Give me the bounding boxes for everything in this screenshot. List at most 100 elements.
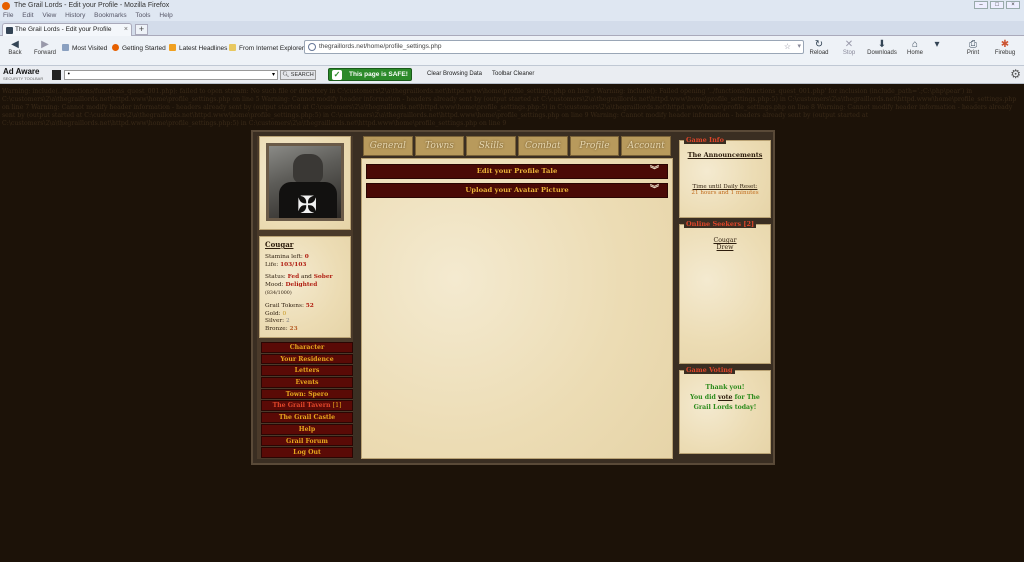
globe-icon [308, 43, 316, 51]
menu-help[interactable]: Help [159, 12, 172, 19]
game-voting-legend: Game Voting [684, 366, 735, 374]
menu-history[interactable]: History [65, 12, 85, 19]
toolbar-cleaner-link[interactable]: Toolbar Cleaner [492, 71, 534, 77]
game-info-legend: Game Info [684, 136, 726, 144]
page-content: Warning: include(../functions/functions_… [0, 84, 1024, 562]
left-column: ✠ Cougar Stamina left: 0 Life: 103/103 S… [257, 136, 353, 459]
home-button[interactable]: ⌂ Home [900, 39, 930, 56]
menu-edit[interactable]: Edit [22, 12, 33, 19]
vote-link[interactable]: vote [718, 394, 733, 401]
menu-grail-castle[interactable]: The Grail Castle [261, 412, 353, 423]
url-bar[interactable]: thegraillords.net/home/profile_settings.… [304, 40, 804, 54]
tab-skills[interactable]: Skills [466, 136, 517, 156]
firebug-icon: ✱ [1000, 39, 1010, 50]
menu-letters[interactable]: Letters [261, 365, 353, 377]
tab-close-icon[interactable]: × [124, 24, 128, 36]
tab-general[interactable]: General [363, 136, 413, 156]
gear-icon[interactable]: ⚙ [1010, 68, 1021, 81]
seeker-drew[interactable]: Drew [680, 244, 770, 251]
minimize-button[interactable]: – [974, 1, 988, 9]
tab-profile[interactable]: Profile [569, 136, 620, 156]
tab-combat[interactable]: Combat [518, 136, 568, 156]
adaware-search-input[interactable]: • ▾ [64, 70, 278, 80]
daily-reset-value: 21 hours and 1 minutes [691, 190, 759, 196]
bookmark-star-icon[interactable]: ☆ [784, 41, 791, 53]
bookmark-icon [62, 44, 69, 51]
edit-profile-tale-bar[interactable]: Edit your Profile Tale ︾ [366, 164, 668, 179]
maximize-button[interactable]: □ [990, 1, 1004, 9]
forward-button[interactable]: ▶ Forward [30, 39, 60, 56]
stop-icon: ✕ [844, 39, 854, 50]
menu-town[interactable]: Town: Spero [261, 388, 353, 400]
reload-button[interactable]: ↻ Reload [804, 39, 834, 56]
menubar: File Edit View History Bookmarks Tools H… [0, 11, 1024, 21]
window-controls: – □ × [974, 1, 1020, 9]
clear-browsing-data-link[interactable]: Clear Browsing Data [427, 71, 482, 77]
dropdown-arrow-icon[interactable]: ▾ [797, 41, 801, 53]
toolbar-icon[interactable] [52, 70, 61, 80]
navigation-toolbar: ◀ Back ▶ Forward Most Visited Getting Star… [0, 36, 1024, 66]
menu-grail-forum[interactable]: Grail Forum [261, 435, 353, 447]
tab-towns[interactable]: Towns [414, 136, 465, 156]
menu-file[interactable]: File [3, 12, 13, 19]
seeker-cougar[interactable]: Cougar [680, 237, 770, 244]
menu-bookmarks[interactable]: Bookmarks [94, 12, 127, 19]
bookmark-most-visited[interactable]: Most Visited [62, 44, 107, 52]
menu-grail-tavern[interactable]: The Grail Tavern [1] [261, 400, 353, 412]
shield-check-icon: ✓ [332, 70, 342, 80]
menu-your-residence[interactable]: Your Residence [261, 353, 353, 365]
back-arrow-icon: ◀ [11, 39, 19, 50]
center-column: General Towns Skills Combat Profile Acco… [361, 136, 673, 459]
menu-help[interactable]: Help [261, 423, 353, 435]
bookmark-latest-headlines[interactable]: Latest Headlines [169, 44, 227, 52]
game-frame: ✠ Cougar Stamina left: 0 Life: 103/103 S… [251, 130, 775, 465]
site-favicon-icon [6, 27, 13, 34]
expand-chevron-icon: ︾ [649, 166, 659, 176]
close-window-button[interactable]: × [1006, 1, 1020, 9]
dropdown-arrow-icon[interactable]: ▾ [272, 71, 275, 79]
tab-account[interactable]: Account [621, 136, 672, 156]
firebug-button[interactable]: ✱ Firebug [988, 39, 1022, 56]
page-safe-badge[interactable]: ✓ This page is SAFE! [328, 68, 412, 81]
right-column: Game Info The Announcements Time until D… [679, 136, 771, 459]
firefox-icon [112, 44, 119, 51]
bookmark-getting-started[interactable]: Getting Started [112, 44, 166, 52]
expand-chevron-icon: ︾ [649, 185, 659, 195]
home-icon: ⌂ [911, 39, 919, 50]
menu-character[interactable]: Character [261, 342, 353, 353]
bronze-value: 23 [289, 326, 298, 333]
back-button[interactable]: ◀ Back [0, 39, 30, 56]
mood-value: Delighted [285, 282, 318, 289]
stamina-value: 0 [304, 253, 309, 260]
bookmark-from-ie[interactable]: From Internet Explorer [229, 44, 304, 52]
grail-tokens-value: 52 [305, 302, 314, 309]
menu-view[interactable]: View [42, 12, 56, 19]
menu-dropdown-icon[interactable]: ▾ [930, 39, 944, 50]
reload-icon: ↻ [814, 39, 824, 50]
silver-value: 2 [285, 318, 290, 325]
menu-log-out[interactable]: Log Out [261, 447, 353, 458]
menu-events[interactable]: Events [261, 377, 353, 388]
cross-icon: ✠ [296, 191, 318, 219]
settings-tabs: General Towns Skills Combat Profile Acco… [363, 136, 672, 156]
adaware-toolbar: Ad Aware SECURITY TOOLBAR • ▾ 🔍︎ SEARCH ✓ T… [0, 66, 1024, 84]
search-icon: 🔍︎ [282, 72, 290, 78]
window-titlebar: The Grail Lords - Edit your Profile - Mo… [0, 0, 1024, 11]
downloads-button[interactable]: ⬇ Downloads [867, 39, 897, 56]
printer-icon: ⎙ [969, 39, 977, 50]
firefox-icon [2, 2, 10, 10]
game-voting-box: Game Voting Thank you! You did vote for … [679, 366, 771, 454]
browser-tab[interactable]: The Grail Lords - Edit your Profile × [2, 23, 132, 36]
adaware-search-button[interactable]: 🔍︎ SEARCH [280, 70, 316, 80]
print-button[interactable]: ⎙ Print [958, 39, 988, 56]
stop-button[interactable]: ✕ Stop [834, 39, 864, 56]
main-menu: Character Your Residence Letters Events … [261, 342, 353, 459]
adaware-logo: Ad Aware SECURITY TOOLBAR [3, 67, 44, 82]
announcements-link[interactable]: The Announcements [680, 151, 770, 159]
menu-tools[interactable]: Tools [135, 12, 150, 19]
player-name[interactable]: Cougar [265, 241, 345, 249]
status-sober: Sober [313, 274, 333, 281]
forward-arrow-icon: ▶ [41, 39, 49, 50]
upload-avatar-bar[interactable]: Upload your Avatar Picture ︾ [366, 183, 668, 198]
new-tab-button[interactable]: + [135, 24, 148, 35]
